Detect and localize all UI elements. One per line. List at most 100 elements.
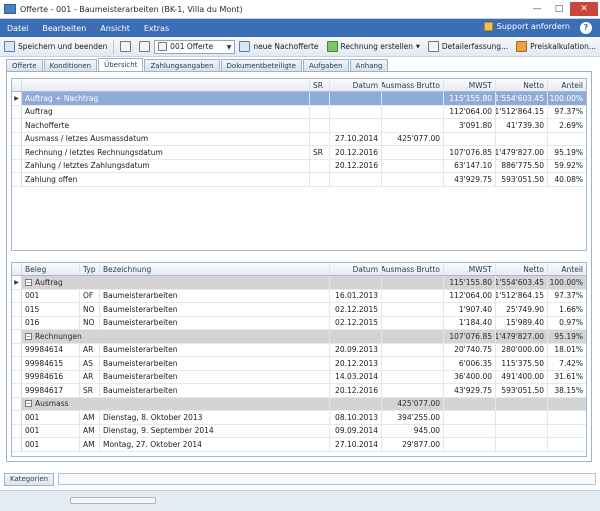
summary-anteil: 59.92%: [554, 161, 583, 171]
cell-bezeichnung: Baumeisterarbeiten: [100, 303, 330, 316]
group-label: − Ausmass: [22, 397, 330, 410]
help-icon[interactable]: ?: [580, 22, 592, 34]
row-indicator: [12, 316, 22, 329]
tab-konditionen[interactable]: Konditionen: [43, 59, 98, 71]
col-ausmass[interactable]: Ausmass Brutto: [382, 263, 444, 275]
horizontal-scrollbar[interactable]: [70, 497, 156, 504]
col-netto[interactable]: Netto: [496, 79, 548, 91]
menu-ansicht[interactable]: Ansicht: [93, 24, 137, 33]
cell-datum: 20.12.2016: [330, 384, 382, 397]
summary-label: Zahlung / letztes Zahlungsdatum: [22, 159, 310, 172]
menu-bearbeiten[interactable]: Bearbeiten: [35, 24, 93, 33]
col-bezeichnung[interactable]: Bezeichnung: [100, 263, 330, 275]
app-icon: [4, 4, 16, 14]
table-row[interactable]: 99984617 SR Baumeisterarbeiten 20.12.2016 43…: [12, 384, 586, 398]
new-addendum-button[interactable]: neue Nachofferte: [235, 38, 322, 56]
menu-extras[interactable]: Extras: [137, 24, 176, 33]
summary-datum: [330, 173, 382, 186]
table-row[interactable]: 001 AM Montag, 27. Oktober 2014 27.10.2014 2…: [12, 438, 586, 452]
table-row[interactable]: 001 OF Baumeisterarbeiten 16.01.2013 112'064…: [12, 289, 586, 303]
tab-offerte[interactable]: Offerte: [6, 59, 43, 71]
col-typ[interactable]: Typ: [80, 263, 100, 275]
summary-netto: 593'051.50: [496, 173, 548, 186]
tab-aufgaben[interactable]: Aufgaben: [302, 59, 349, 71]
row-indicator: [12, 424, 22, 437]
collapse-icon[interactable]: −: [25, 278, 32, 286]
group-row-ausmass[interactable]: − Ausmass 425'077.00: [12, 397, 586, 411]
table-row[interactable]: 99984616 AR Baumeisterarbeiten 14.03.2014 36…: [12, 370, 586, 384]
copy-button[interactable]: [135, 38, 154, 56]
row-indicator: [12, 411, 22, 424]
summary-row[interactable]: Rechnung / letztes Rechnungsdatum SR 20.12…: [12, 146, 586, 160]
col-beleg[interactable]: Beleg: [22, 263, 80, 275]
summary-netto: 1'554'603.45: [496, 92, 548, 105]
col-ausmass[interactable]: Ausmass Brutto: [382, 79, 444, 91]
tab-strip: Offerte Konditionen Übersicht Zahlungsan…: [6, 58, 389, 71]
summary-row[interactable]: ▶ Auftrag + Nachtrag 115'155.80 1'554'603.4…: [12, 92, 586, 106]
collapse-icon[interactable]: −: [25, 400, 32, 408]
col-anteil[interactable]: Anteil: [548, 79, 586, 91]
summary-anteil: 97.37%: [554, 107, 583, 117]
col-mwst[interactable]: MWST: [444, 263, 496, 275]
collapse-icon[interactable]: −: [25, 332, 32, 340]
price-calc-button[interactable]: Preiskalkulation...: [512, 38, 600, 56]
tab-anhang[interactable]: Anhang: [349, 59, 389, 71]
detail-grid: Beleg Typ Bezeichnung Datum Ausmass Brut…: [11, 262, 587, 457]
group-row-auftrag[interactable]: ▶ − Auftrag 115'155.80 1'554'603.45 100.00%: [12, 276, 586, 290]
bottom-bar: [0, 490, 600, 511]
tab-zahlungsangaben[interactable]: Zahlungsangaben: [144, 59, 220, 71]
summary-row[interactable]: Ausmass / letzes Ausmassdatum 27.10.2014 4…: [12, 132, 586, 146]
cell-ausmass: 945.00: [382, 424, 444, 437]
cell-ausmass: [382, 343, 444, 356]
group-row-rechnungen[interactable]: − Rechnungen 107'076.85 1'479'827.00 95.19%: [12, 330, 586, 344]
maximize-icon[interactable]: □: [548, 2, 570, 16]
categories-button[interactable]: Kategorien: [4, 472, 55, 486]
summary-row[interactable]: Nachofferte 3'091.80 41'739.30 2.69%: [12, 119, 586, 133]
table-row[interactable]: 015 NO Baumeisterarbeiten 02.12.2015 1'907.4…: [12, 303, 586, 317]
col-datum[interactable]: Datum: [330, 263, 382, 275]
cell-ausmass: [382, 303, 444, 316]
cell-mwst: 6'006.35: [444, 357, 496, 370]
table-row[interactable]: 001 AM Dienstag, 9. September 2014 09.09.20…: [12, 424, 586, 438]
close-icon[interactable]: ✕: [570, 2, 598, 16]
summary-anteil: 2.69%: [559, 120, 583, 130]
summary-row[interactable]: Zahlung / letztes Zahlungsdatum 20.12.201…: [12, 159, 586, 173]
cell-anteil: 31.61%: [554, 372, 583, 382]
cell-mwst: 1'184.40: [444, 316, 496, 329]
title-bar: Offerte - 001 - Baumeisterarbeiten (BK-1…: [0, 0, 600, 19]
col-anteil[interactable]: Anteil: [548, 263, 586, 275]
table-row[interactable]: 001 AM Dienstag, 8. Oktober 2013 08.10.2013…: [12, 411, 586, 425]
summary-row[interactable]: Auftrag 112'064.00 1'512'864.15 97.37%: [12, 105, 586, 119]
document-select-value: 001 Offerte: [170, 42, 214, 51]
support-button[interactable]: Support anfordern: [483, 22, 570, 31]
toolbar: Speichern und beenden 001 Offerte ▼ neue…: [0, 37, 600, 57]
group-datum: [330, 397, 382, 410]
row-indicator: [12, 289, 22, 302]
cell-anteil: [548, 411, 586, 424]
tab-dokumentbeteiligte[interactable]: Dokumentbeteiligte: [220, 59, 302, 71]
print-button[interactable]: [116, 38, 135, 56]
save-close-button[interactable]: Speichern und beenden: [0, 38, 111, 56]
detail-entry-button[interactable]: Detailerfassung...: [424, 38, 512, 56]
table-row[interactable]: 99984615 AS Baumeisterarbeiten 20.12.2013 6'…: [12, 357, 586, 371]
cell-datum: 20.09.2013: [330, 343, 382, 356]
summary-netto: 886'775.50: [496, 159, 548, 172]
tab-uebersicht[interactable]: Übersicht: [98, 58, 144, 71]
table-row[interactable]: 016 NO Baumeisterarbeiten 02.12.2015 1'184.4…: [12, 316, 586, 330]
group-mwst: 107'076.85: [444, 330, 496, 343]
minimize-icon[interactable]: —: [526, 2, 548, 16]
cell-beleg: 016: [22, 316, 80, 329]
table-row[interactable]: 99984614 AR Baumeisterarbeiten 20.09.2013 20…: [12, 343, 586, 357]
menu-datei[interactable]: Datei: [0, 24, 35, 33]
document-select[interactable]: 001 Offerte ▼: [154, 39, 236, 54]
group-ausmass: 425'077.00: [382, 397, 444, 410]
col-mwst[interactable]: MWST: [444, 79, 496, 91]
cell-typ: AS: [80, 357, 100, 370]
col-netto[interactable]: Netto: [496, 263, 548, 275]
col-sr[interactable]: SR: [310, 79, 330, 91]
create-invoice-button[interactable]: Rechnung erstellen ▼: [323, 38, 424, 56]
group-name: Rechnungen: [35, 331, 82, 341]
summary-ausmass: [382, 146, 444, 159]
summary-row[interactable]: Zahlung offen 43'929.75 593'051.50 40.08%: [12, 173, 586, 187]
col-datum[interactable]: Datum: [330, 79, 382, 91]
